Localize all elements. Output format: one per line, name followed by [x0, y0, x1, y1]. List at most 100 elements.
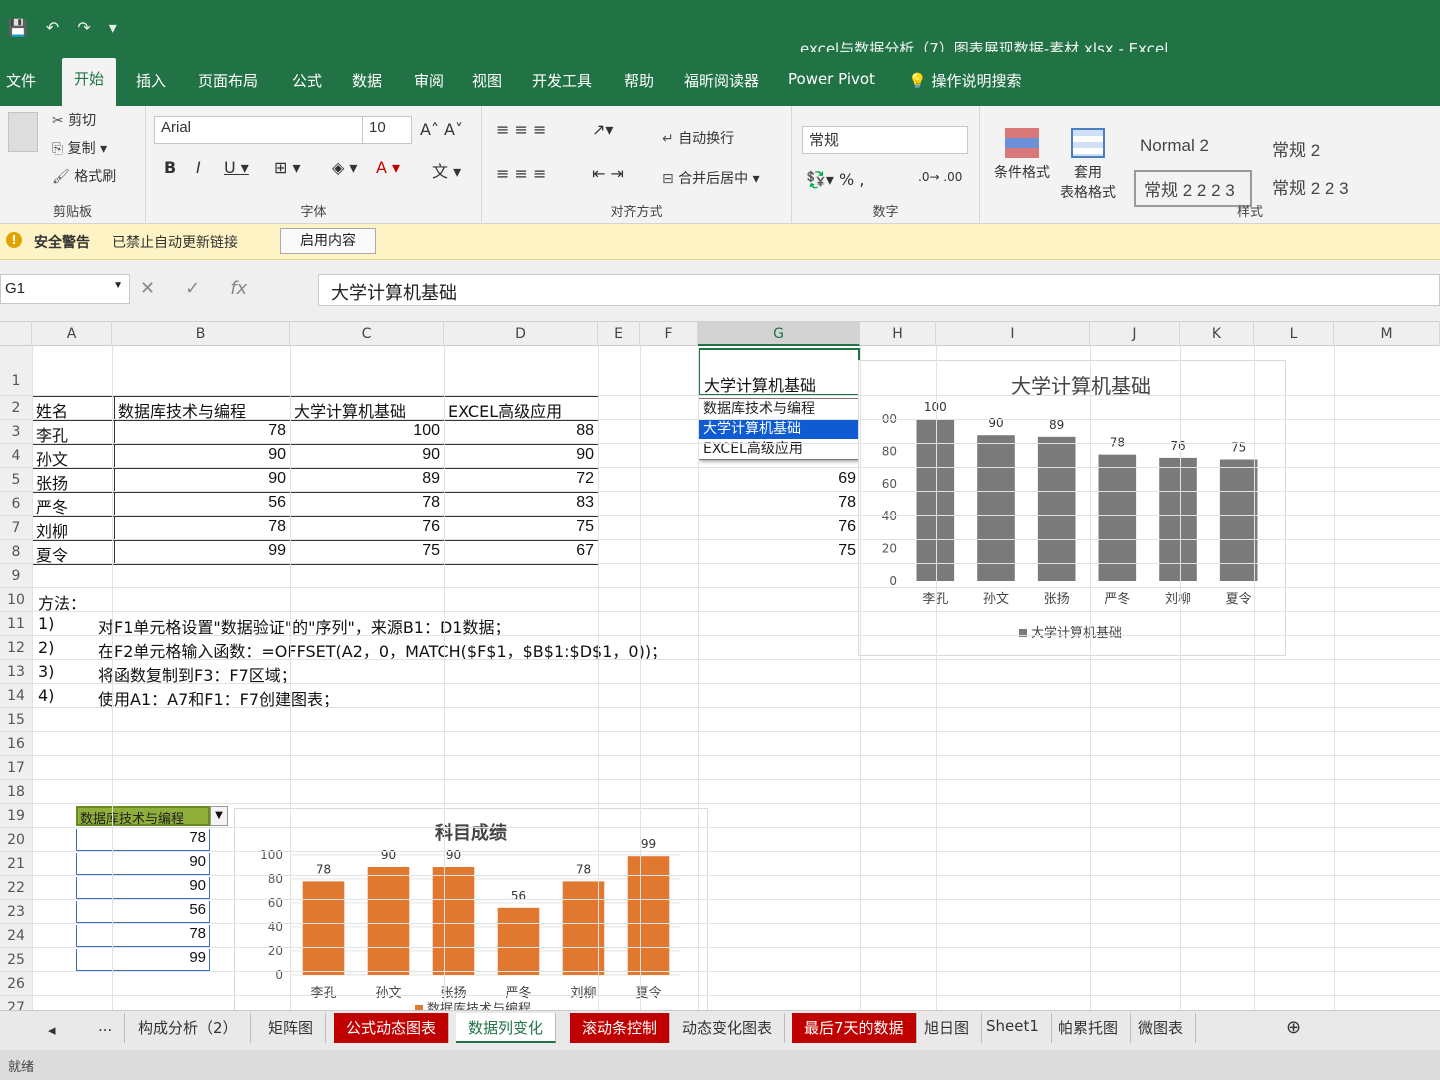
italic-button[interactable]: I — [196, 158, 201, 177]
column-header-e[interactable]: E — [598, 322, 640, 346]
row-header-8[interactable]: 8 — [0, 540, 32, 564]
font-size-select[interactable]: 10 — [362, 116, 412, 144]
undo-icon[interactable]: ↶ — [46, 18, 59, 37]
conditional-format-button[interactable]: 条件格式 — [994, 128, 1050, 182]
indent-icons[interactable]: ⇤ ⇥ — [592, 164, 624, 183]
vertical-align-icons[interactable]: ≡ ≡ ≡ — [496, 120, 546, 139]
row-header-3[interactable]: 3 — [0, 420, 32, 444]
format-as-table-button[interactable]: 套用 表格格式 — [1060, 128, 1116, 202]
dropdown-option[interactable]: 数据库技术与编程 — [699, 399, 879, 419]
sheet-tab[interactable]: 旭日图 — [912, 1013, 983, 1043]
orientation-icon[interactable]: ↗▾ — [592, 120, 613, 139]
save-icon[interactable]: 💾 — [8, 18, 28, 37]
tab-view[interactable]: 视图 — [472, 70, 502, 91]
column-header-k[interactable]: K — [1180, 322, 1254, 346]
tab-data[interactable]: 数据 — [352, 70, 382, 91]
sheet-tab[interactable]: 矩阵图 — [256, 1013, 327, 1043]
lower-value-cell[interactable]: 90 — [76, 877, 210, 899]
column-header-h[interactable]: H — [860, 322, 936, 346]
tab-help[interactable]: 帮助 — [624, 70, 654, 91]
row-header-27[interactable]: 27 — [0, 996, 32, 1010]
row-header-6[interactable]: 6 — [0, 492, 32, 516]
underline-button[interactable]: U ▾ — [224, 158, 249, 177]
tab-review[interactable]: 审阅 — [414, 70, 444, 91]
copy-button[interactable]: ⎘ 复制 ▾ — [52, 138, 107, 158]
sheet-tab[interactable]: 滚动条控制 — [570, 1013, 671, 1043]
row-header-22[interactable]: 22 — [0, 876, 32, 900]
table-score-cell[interactable]: 100 — [290, 422, 440, 440]
g-value-cell[interactable]: 69 — [698, 470, 856, 488]
enable-content-button[interactable]: 启用内容 — [280, 228, 376, 254]
row-header-24[interactable]: 24 — [0, 924, 32, 948]
number-format-select[interactable]: 常规 — [802, 126, 968, 154]
column-header-f[interactable]: F — [640, 322, 698, 346]
table-score-cell[interactable]: 78 — [114, 422, 286, 440]
scroll-left-icon[interactable]: ◂ — [36, 1017, 68, 1047]
sheet-tab[interactable]: 数据列变化 — [456, 1013, 557, 1043]
lower-value-cell[interactable]: 56 — [76, 901, 210, 923]
table-score-cell[interactable]: 90 — [114, 470, 286, 488]
column-header-b[interactable]: B — [112, 322, 290, 346]
currency-percent-comma[interactable]: 💱▾ % , — [806, 170, 864, 189]
tab-page-layout[interactable]: 页面布局 — [198, 70, 258, 91]
table-score-cell[interactable]: 88 — [444, 422, 594, 440]
sheet-tab[interactable]: 公式动态图表 — [334, 1013, 450, 1043]
row-header-26[interactable]: 26 — [0, 972, 32, 996]
row-header-12[interactable]: 12 — [0, 636, 32, 660]
column-header-c[interactable]: C — [290, 322, 444, 346]
insert-function-icon[interactable]: fx — [230, 278, 247, 299]
worksheet-grid[interactable]: ABCDEFGHIJKLM 姓名 数据库技术与编程 大学计算机基础 EXCEL高级应用… — [0, 322, 1440, 1010]
horizontal-align-icons[interactable]: ≡ ≡ ≡ — [496, 164, 546, 183]
column-header-a[interactable]: A — [32, 322, 112, 346]
phonetic-icon[interactable]: 文 ▾ — [432, 158, 461, 182]
borders-icon[interactable]: ⊞ ▾ — [274, 158, 301, 177]
row-header-20[interactable]: 20 — [0, 828, 32, 852]
row-header-4[interactable]: 4 — [0, 444, 32, 468]
sheet-tab[interactable]: 帕累托图 — [1046, 1013, 1132, 1043]
dropdown-option[interactable]: EXCEL高级应用 — [699, 439, 879, 459]
validation-dropdown-list[interactable]: 数据库技术与编程 大学计算机基础 EXCEL高级应用 — [698, 398, 880, 460]
g-value-cell[interactable]: 75 — [698, 542, 856, 560]
row-header-9[interactable]: 9 — [0, 564, 32, 588]
table-score-cell[interactable]: 99 — [114, 542, 286, 560]
table-score-cell[interactable]: 76 — [290, 518, 440, 536]
row-header-15[interactable]: 15 — [0, 708, 32, 732]
add-sheet-icon[interactable]: ⊕ — [1274, 1013, 1313, 1043]
customize-qat-icon[interactable]: ▾ — [109, 18, 117, 37]
table-score-cell[interactable]: 90 — [114, 446, 286, 464]
bold-button[interactable]: B — [164, 158, 176, 177]
table-score-cell[interactable]: 56 — [114, 494, 286, 512]
row-header-23[interactable]: 23 — [0, 900, 32, 924]
lower-value-cell[interactable]: 78 — [76, 829, 210, 851]
style-changgui-223[interactable]: 常规 2 2 3 — [1264, 170, 1357, 203]
lower-value-cell[interactable]: 78 — [76, 925, 210, 947]
row-header-7[interactable]: 7 — [0, 516, 32, 540]
table-score-cell[interactable]: 67 — [444, 542, 594, 560]
sheet-tab[interactable]: 最后7天的数据 — [792, 1013, 917, 1043]
tell-me-search[interactable]: 💡 操作说明搜索 — [908, 70, 1021, 91]
select-all-corner[interactable] — [0, 322, 32, 346]
tab-home[interactable]: 开始 — [62, 58, 117, 106]
lower-header-cell[interactable]: 数据库技术与编程 — [76, 806, 210, 827]
tab-insert[interactable]: 插入 — [136, 70, 166, 91]
column-header-g[interactable]: G — [698, 322, 860, 346]
lower-value-cell[interactable]: 90 — [76, 853, 210, 875]
row-header-10[interactable]: 10 — [0, 588, 32, 612]
row-header-19[interactable]: 19 — [0, 804, 32, 828]
row-header-18[interactable]: 18 — [0, 780, 32, 804]
paste-icon[interactable] — [8, 112, 38, 152]
wrap-text-button[interactable]: ↵ 自动换行 — [662, 128, 734, 148]
decimal-icons[interactable]: .0→ .00 — [918, 170, 962, 184]
sheet-tab[interactable]: 动态变化图表 — [670, 1013, 786, 1043]
sheet-tab[interactable]: Sheet1 — [974, 1013, 1052, 1043]
table-score-cell[interactable]: 78 — [114, 518, 286, 536]
enter-icon[interactable]: ✓ — [185, 278, 200, 299]
row-header-21[interactable]: 21 — [0, 852, 32, 876]
table-score-cell[interactable]: 72 — [444, 470, 594, 488]
lower-dropdown-icon[interactable]: ▼ — [210, 806, 228, 826]
column-header-l[interactable]: L — [1254, 322, 1334, 346]
tab-formulas[interactable]: 公式 — [292, 70, 322, 91]
fill-color-icon[interactable]: ◈ ▾ — [332, 158, 357, 177]
lower-value-cell[interactable]: 99 — [76, 949, 210, 971]
redo-icon[interactable]: ↷ — [77, 18, 90, 37]
